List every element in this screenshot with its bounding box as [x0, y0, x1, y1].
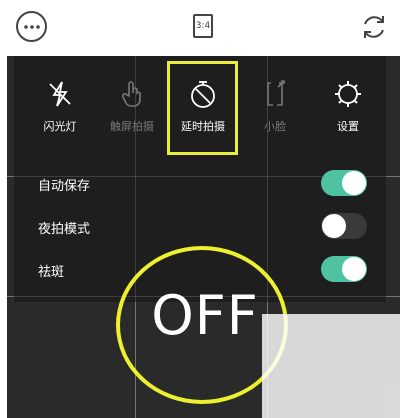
watermark: [262, 314, 400, 418]
toggle-knob: [322, 214, 346, 238]
flash-off-icon: [49, 81, 71, 107]
settings-label: 设置: [337, 120, 359, 133]
blemish-removal-toggle[interactable]: [321, 256, 367, 282]
ellipsis-icon: [23, 24, 40, 29]
mode-bar: 闪光灯 触屏拍摄 延时拍摄 小脸 设置: [14, 56, 386, 156]
settings-icon: [335, 81, 361, 107]
blemish-removal-label: 祛斑: [38, 265, 65, 280]
aspect-ratio-button[interactable]: 3:4: [193, 14, 213, 38]
touch-shoot-icon: [121, 81, 141, 107]
night-mode-toggle[interactable]: [321, 213, 367, 239]
flash-label: 闪光灯: [43, 120, 77, 133]
touch-shoot-label: 触屏拍摄: [110, 120, 154, 133]
aspect-ratio-label: 3:4: [195, 21, 211, 31]
auto-save-row: 自动保存: [14, 164, 386, 206]
switch-camera-icon[interactable]: [359, 12, 389, 42]
settings-button[interactable]: 设置: [317, 78, 379, 134]
more-button[interactable]: [16, 11, 47, 42]
small-face-label: 小脸: [264, 120, 286, 133]
small-face-icon: [267, 80, 285, 106]
touch-shoot-button[interactable]: 触屏拍摄: [101, 78, 163, 134]
auto-save-toggle[interactable]: [321, 170, 367, 196]
toggle-knob: [342, 257, 366, 281]
small-face-button[interactable]: 小脸: [244, 78, 306, 134]
flash-button[interactable]: 闪光灯: [29, 78, 91, 134]
toggle-knob: [342, 171, 366, 195]
camera-viewfinder[interactable]: 闪光灯 触屏拍摄 延时拍摄 小脸 设置 自动保存 夜拍模式 祛斑 OFF: [0, 56, 400, 418]
timer-highlight-box: [167, 61, 238, 155]
edge-strip: [0, 56, 7, 418]
top-bar: 3:4: [0, 0, 400, 56]
auto-save-label: 自动保存: [38, 179, 91, 194]
timer-off-indicator: OFF: [151, 284, 259, 347]
night-mode-label: 夜拍模式: [38, 222, 91, 237]
night-mode-row: 夜拍模式: [14, 207, 386, 249]
